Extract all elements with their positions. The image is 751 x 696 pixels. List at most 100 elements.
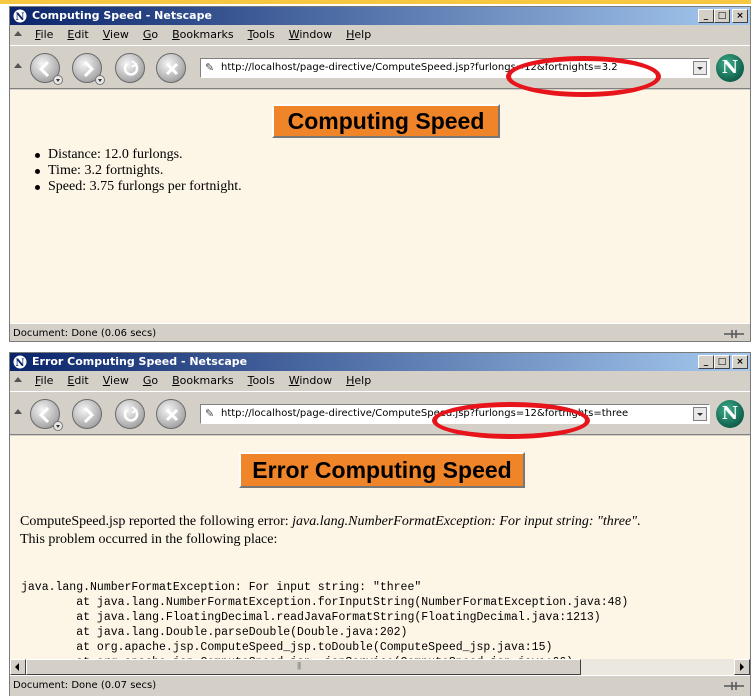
menu-item[interactable]: Tools <box>241 374 282 387</box>
forward-button[interactable] <box>72 399 102 429</box>
list-item: Time: 3.2 fortnights. <box>34 163 242 179</box>
page-heading: Error Computing Speed <box>239 452 525 488</box>
scroll-left-icon[interactable] <box>10 659 26 675</box>
error-exception: java.lang.NumberFormatException: For inp… <box>292 514 638 529</box>
menu-item-label: ile <box>40 374 54 387</box>
reload-icon <box>123 60 139 76</box>
forward-dropdown-icon[interactable] <box>95 75 105 85</box>
menu-item-label: dit <box>74 28 89 41</box>
svg-text:N: N <box>15 358 24 369</box>
menu-item[interactable]: Edit <box>60 28 95 41</box>
menu-item-label: iew <box>110 28 129 41</box>
reload-button[interactable] <box>115 53 145 83</box>
menu-item[interactable]: Bookmarks <box>165 374 240 387</box>
menu-item-label: dit <box>74 374 89 387</box>
back-dropdown-icon[interactable] <box>53 75 63 85</box>
back-dropdown-icon[interactable] <box>53 421 63 431</box>
netscape-n-icon[interactable]: N <box>716 400 744 428</box>
url-dropdown-icon[interactable] <box>693 61 707 75</box>
window-controls: _ □ × <box>698 355 748 369</box>
netscape-app-icon: N <box>12 8 28 24</box>
menu-item[interactable]: View <box>96 374 136 387</box>
stop-button[interactable] <box>156 399 186 429</box>
menu-item[interactable]: File <box>28 374 60 387</box>
menu-bar: File Edit View Go Bookmarks Tools Window Help <box>10 371 750 391</box>
menu-item-label: ile <box>40 28 54 41</box>
maximize-button[interactable]: □ <box>714 9 730 23</box>
horizontal-scrollbar[interactable] <box>10 659 750 675</box>
menu-item[interactable]: Go <box>136 28 165 41</box>
menu-item-label: ookmarks <box>179 28 234 41</box>
stack-trace-line: java.lang.NumberFormatException: For inp… <box>21 581 422 594</box>
menu-item[interactable]: Tools <box>241 28 282 41</box>
error-intro: ComputeSpeed.jsp reported the following … <box>20 514 293 529</box>
menu-item[interactable]: Window <box>282 374 339 387</box>
reload-icon <box>123 406 139 422</box>
close-button[interactable]: × <box>732 355 748 369</box>
window-title: Error Computing Speed - Netscape <box>32 355 248 368</box>
menu-item-accelerator: W <box>288 374 300 387</box>
minimize-button[interactable]: _ <box>698 9 714 23</box>
menu-item[interactable]: Window <box>282 28 339 41</box>
close-button[interactable]: × <box>732 9 748 23</box>
scrollbar-thumb[interactable] <box>26 659 581 675</box>
status-text: Document: Done (0.07 secs) <box>13 680 157 691</box>
url-highlight-ellipse <box>506 56 661 97</box>
menu-item-label: indow <box>299 28 333 41</box>
menu-item-label: elp <box>354 374 372 387</box>
status-text: Document: Done (0.06 secs) <box>13 328 157 339</box>
connection-status-icon <box>724 682 744 690</box>
page-icon: ✎ <box>205 61 215 74</box>
stop-button[interactable] <box>156 53 186 83</box>
menu-item[interactable]: Edit <box>60 374 95 387</box>
title-bar[interactable]: N Error Computing Speed - Netscape _ □ × <box>10 353 750 371</box>
menu-item-accelerator: B <box>172 28 180 41</box>
connection-status-icon <box>724 330 744 338</box>
menu-item[interactable]: Go <box>136 374 165 387</box>
menu-item[interactable]: File <box>28 28 60 41</box>
menu-item-label: ools <box>252 374 275 387</box>
title-bar[interactable]: N Computing Speed - Netscape _ □ × <box>10 7 750 25</box>
menu-item[interactable]: Help <box>339 28 378 41</box>
error-message: ComputeSpeed.jsp reported the following … <box>20 513 641 549</box>
reload-button[interactable] <box>115 399 145 429</box>
page-content: Error Computing Speed ComputeSpeed.jsp r… <box>10 436 750 659</box>
toolbar-grip-icon[interactable] <box>14 409 22 414</box>
toolbar-grip-icon[interactable] <box>14 63 22 68</box>
status-bar: Document: Done (0.07 secs) <box>10 675 750 695</box>
scroll-right-icon[interactable] <box>734 659 750 675</box>
browser-window-error-computing-speed: N Error Computing Speed - Netscape _ □ ×… <box>9 352 751 696</box>
maximize-button[interactable]: □ <box>714 355 730 369</box>
back-button[interactable] <box>30 399 63 431</box>
url-highlight-ellipse <box>432 402 590 439</box>
menu-item-accelerator: W <box>288 28 300 41</box>
window-controls: _ □ × <box>698 9 748 23</box>
window-title: Computing Speed - Netscape <box>32 9 212 22</box>
toolbar-grip-icon[interactable] <box>14 31 22 36</box>
error-end: . <box>637 514 641 529</box>
menu-item-label: o <box>151 374 159 387</box>
menu-item-accelerator: B <box>172 374 180 387</box>
menu-item-label: o <box>151 28 159 41</box>
toolbar-grip-icon[interactable] <box>14 377 22 382</box>
stack-trace-line: at java.lang.FloatingDecimal.readJavaFor… <box>21 611 601 624</box>
url-dropdown-icon[interactable] <box>693 407 707 421</box>
page-content: Computing Speed Distance: 12.0 furlongs.… <box>10 90 750 323</box>
menu-item-label: indow <box>299 374 333 387</box>
stack-trace-line: at java.lang.NumberFormatException.forIn… <box>21 596 629 609</box>
menu-item[interactable]: View <box>96 28 136 41</box>
list-item: Speed: 3.75 furlongs per fortnight. <box>34 179 242 195</box>
page-icon: ✎ <box>205 407 215 420</box>
back-button[interactable] <box>30 53 63 85</box>
minimize-button[interactable]: _ <box>698 355 714 369</box>
stack-trace-line: at java.lang.Double.parseDouble(Double.j… <box>21 626 408 639</box>
menu-item-accelerator: V <box>102 28 111 41</box>
list-item: Distance: 12.0 furlongs. <box>34 147 242 163</box>
svg-text:N: N <box>15 12 24 23</box>
netscape-n-icon[interactable]: N <box>716 54 744 82</box>
menu-item-label: iew <box>110 374 129 387</box>
menu-item[interactable]: Help <box>339 374 378 387</box>
forward-button[interactable] <box>72 53 105 85</box>
menu-items: File Edit View Go Bookmarks Tools Window Help <box>28 374 378 387</box>
menu-item[interactable]: Bookmarks <box>165 28 240 41</box>
